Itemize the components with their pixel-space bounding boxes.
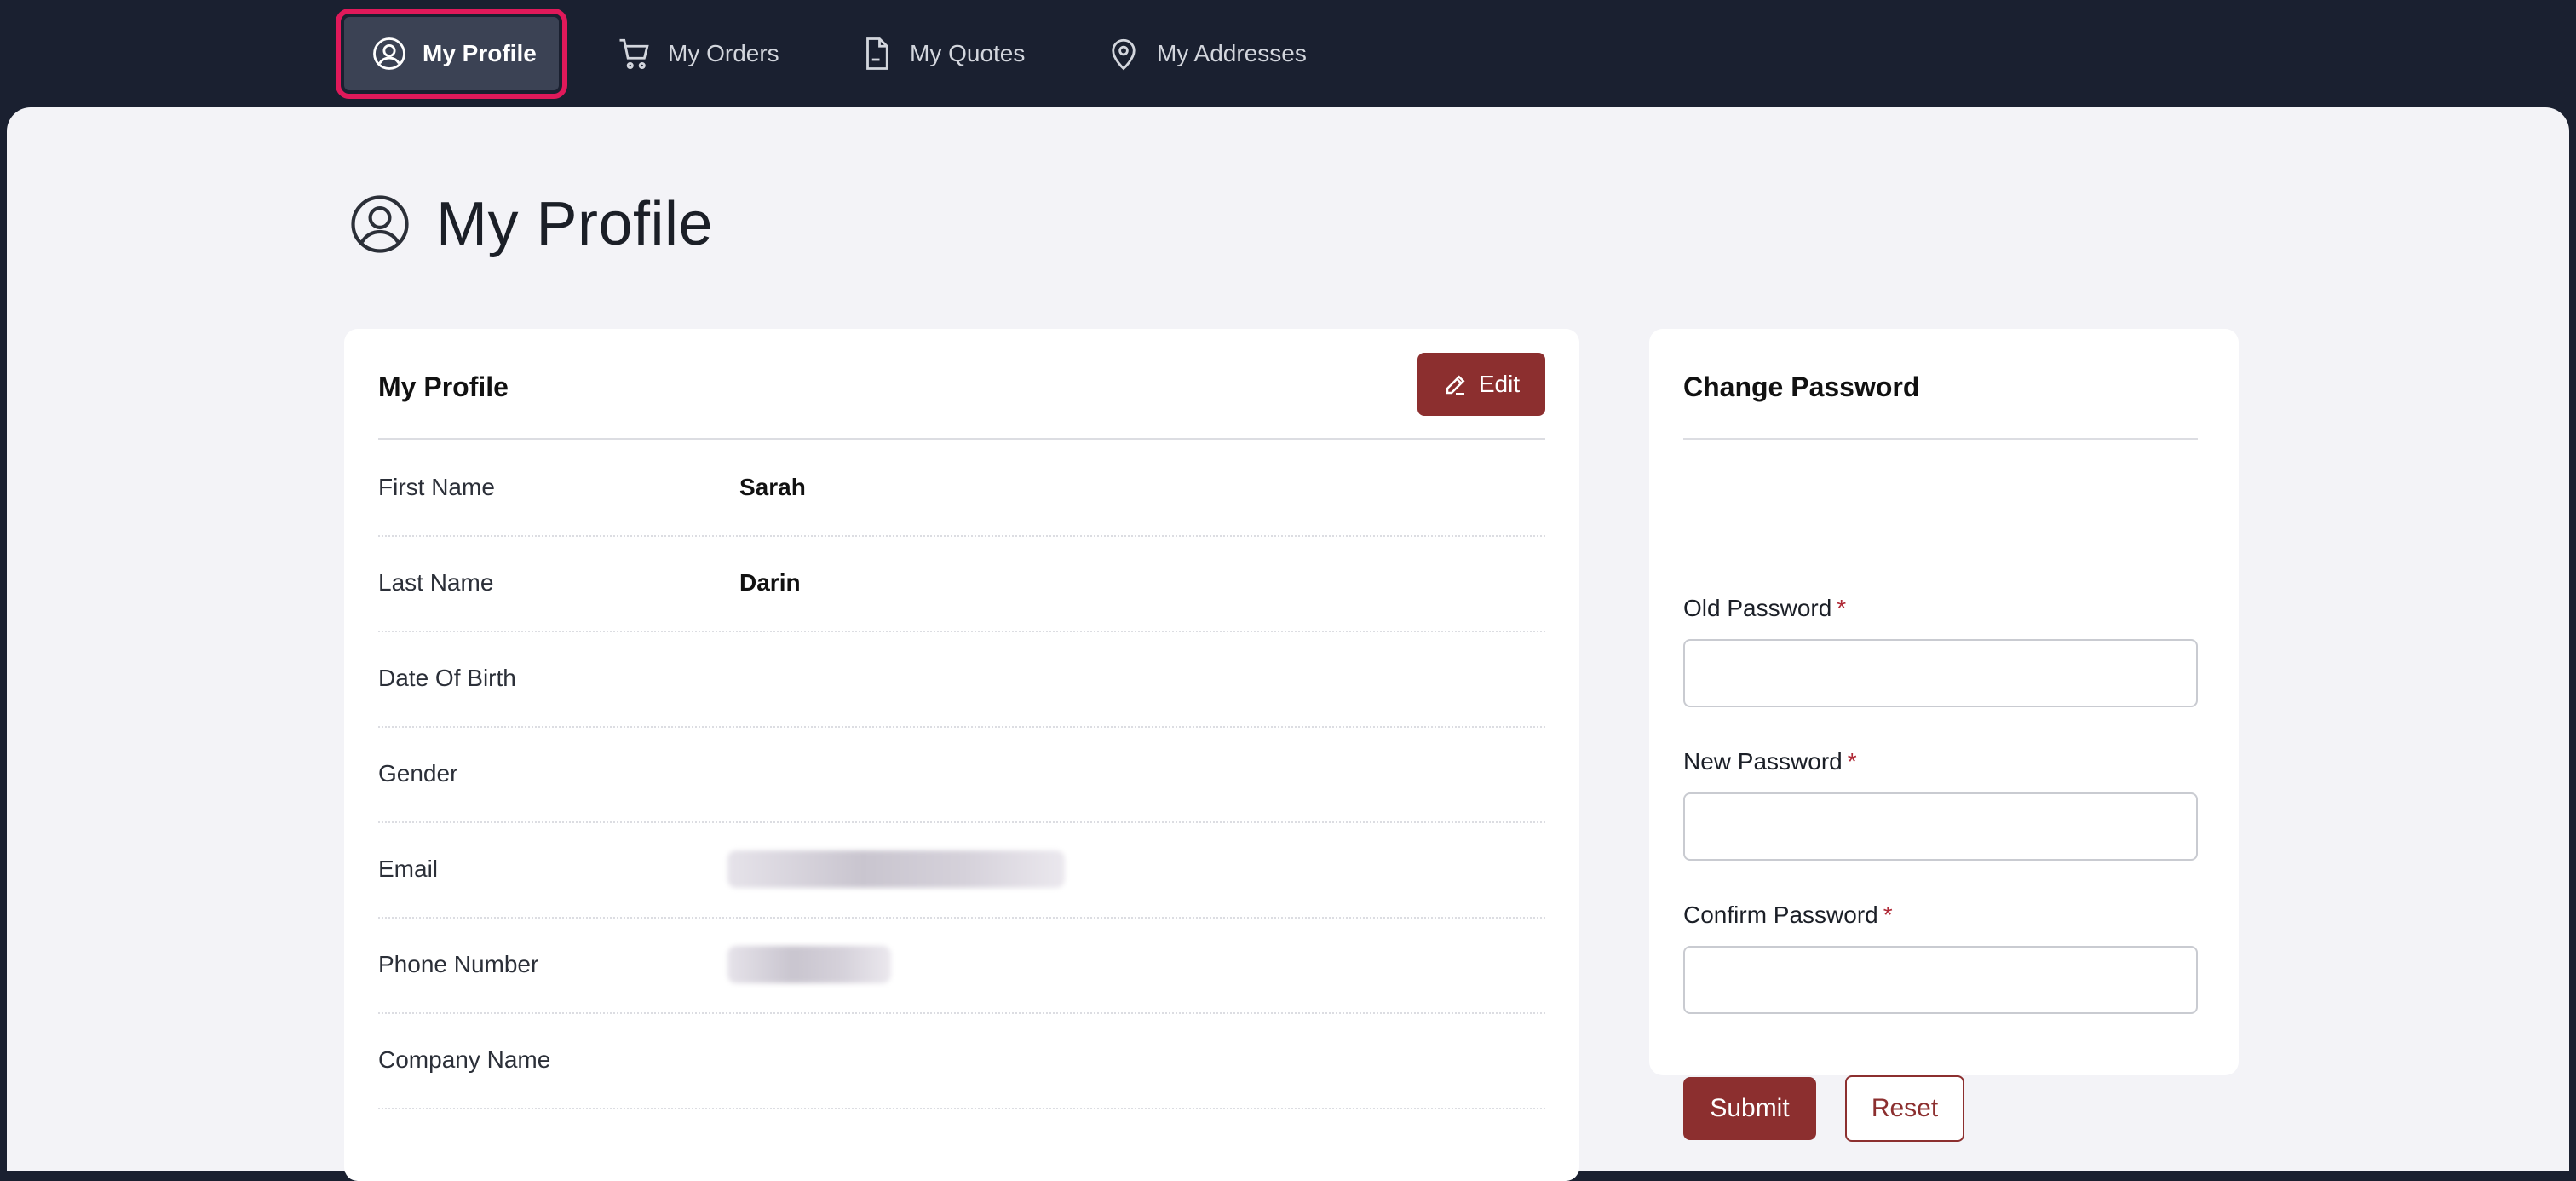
card-divider [1683, 438, 2198, 440]
main-content: My Profile My Profile Edit First Name Sa… [7, 107, 2569, 1181]
required-mark: * [1847, 748, 1857, 775]
field-label: Phone Number [378, 951, 539, 977]
confirm-password-label: Confirm Password * [1683, 902, 1893, 929]
field-label: Email [378, 856, 439, 882]
nav-item-label: My Profile [423, 40, 537, 66]
edit-button-label: Edit [1478, 371, 1521, 397]
field-label: First Name [378, 474, 495, 500]
field-row-company-name: Company Name [378, 1014, 1545, 1109]
field-value: Darin [739, 569, 801, 596]
profile-card-title: My Profile [378, 372, 509, 402]
reset-button[interactable]: Reset [1845, 1075, 1964, 1142]
field-label: Company Name [378, 1046, 551, 1073]
field-label: Gender [378, 760, 458, 786]
new-password-label: New Password * [1683, 748, 1857, 775]
map-pin-icon [1112, 38, 1136, 71]
new-password-input[interactable] [1683, 792, 2198, 861]
field-row-first-name: First Name Sarah [378, 441, 1545, 537]
change-password-card: Change Password Old Password * New Passwo… [1649, 329, 2239, 1142]
document-icon [866, 37, 888, 70]
profile-card: My Profile Edit First Name Sarah Last Na… [344, 329, 1579, 1181]
field-row-gender: Gender [378, 728, 1545, 823]
confirm-password-label-text: Confirm Password [1683, 902, 1878, 928]
new-password-label-text: New Password [1683, 748, 1843, 775]
page-title: My Profile [436, 190, 714, 258]
nav-item-my-profile[interactable]: My Profile [336, 9, 567, 99]
old-password-label-text: Old Password [1683, 595, 1832, 621]
field-row-date-of-birth: Date Of Birth [378, 632, 1545, 728]
old-password-input[interactable] [1683, 639, 2198, 707]
pencil-icon [1446, 375, 1465, 395]
page-header: My Profile [349, 189, 713, 259]
top-nav: My Profile My Orders My Quotes My Addres… [0, 0, 2576, 107]
field-value: Sarah [739, 474, 806, 500]
required-mark: * [1883, 902, 1893, 928]
nav-item-label: My Quotes [910, 40, 1026, 66]
nav-item-my-quotes[interactable]: My Quotes [859, 17, 1025, 90]
edit-button[interactable]: Edit [1417, 353, 1545, 416]
required-mark: * [1837, 595, 1847, 621]
field-label: Date Of Birth [378, 665, 516, 691]
change-password-title: Change Password [1683, 372, 1920, 402]
nav-item-my-orders[interactable]: My Orders [617, 17, 779, 90]
field-row-last-name: Last Name Darin [378, 537, 1545, 632]
field-label: Last Name [378, 569, 494, 596]
nav-item-label: My Addresses [1157, 40, 1307, 66]
nav-item-label: My Orders [668, 40, 779, 66]
field-row-email: Email [378, 823, 1545, 919]
user-circle-icon [373, 37, 405, 70]
old-password-label: Old Password * [1683, 595, 1846, 622]
confirm-password-input[interactable] [1683, 946, 2198, 1014]
nav-item-my-addresses[interactable]: My Addresses [1106, 17, 1307, 90]
redacted-email-value [727, 850, 1065, 888]
cart-icon [619, 38, 649, 70]
field-row-phone-number: Phone Number [378, 919, 1545, 1014]
card-divider [378, 438, 1545, 440]
submit-button[interactable]: Submit [1683, 1077, 1816, 1140]
redacted-phone-value [727, 946, 891, 983]
user-circle-icon [351, 195, 409, 253]
